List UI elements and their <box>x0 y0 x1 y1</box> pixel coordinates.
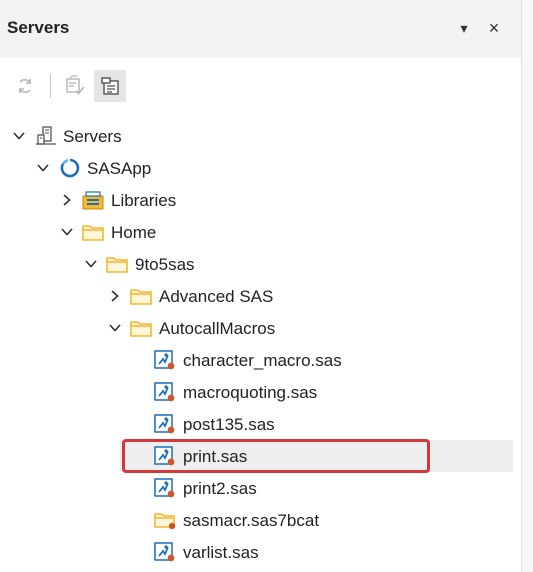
panel-menu-dropdown-icon[interactable]: ▾ <box>454 17 474 39</box>
tree-row-9to5sas[interactable]: 9to5sas <box>0 248 520 280</box>
panel-title: Servers <box>7 18 70 37</box>
folder-icon <box>130 321 152 337</box>
server-properties-icon <box>101 77 119 95</box>
tree-row-label: 9to5sas <box>135 255 195 274</box>
tree-row-label: Libraries <box>111 191 177 210</box>
tree-row-post135-sas[interactable]: post135.sas <box>0 408 520 440</box>
chevron-down-icon[interactable] <box>83 256 99 272</box>
sas-catalog-folder-icon <box>154 513 176 530</box>
edit-check-icon <box>66 75 85 95</box>
tree-row-label: Servers <box>63 127 122 146</box>
tree-row-label: post135.sas <box>183 415 275 434</box>
sas-program-icon <box>154 414 175 434</box>
tree-row-servers[interactable]: Servers <box>0 120 520 152</box>
chevron-down-icon[interactable] <box>107 320 123 336</box>
sas-program-icon <box>154 542 175 562</box>
sas-program-icon <box>154 478 175 498</box>
panel-toolbar <box>0 58 533 118</box>
folder-icon <box>130 289 152 305</box>
chevron-down-icon[interactable] <box>11 128 27 144</box>
refresh-button[interactable] <box>9 70 41 102</box>
tree-row-label: macroquoting.sas <box>183 383 318 402</box>
chevron-down-icon[interactable] <box>35 160 51 176</box>
chevron-right-icon[interactable] <box>107 288 123 304</box>
refresh-icon <box>19 78 31 94</box>
servers-icon <box>36 126 56 145</box>
panel-close-icon[interactable]: × <box>484 17 504 39</box>
selection-highlight-box <box>122 439 430 473</box>
libraries-icon <box>82 191 104 210</box>
tree-row-label: AutocallMacros <box>159 319 276 338</box>
tree-row-advanced-sas[interactable]: Advanced SAS <box>0 280 520 312</box>
panel-header: Servers ▾ × <box>0 0 533 58</box>
tree-row-label: print2.sas <box>183 479 257 498</box>
tree-row-sasapp[interactable]: SASApp <box>0 152 520 184</box>
tree-row-home[interactable]: Home <box>0 216 520 248</box>
tree-row-label: Advanced SAS <box>159 287 274 306</box>
sas-program-icon <box>154 350 175 370</box>
folder-icon <box>82 225 104 241</box>
tree-row-print2-sas[interactable]: print2.sas <box>0 472 520 504</box>
chevron-right-icon[interactable] <box>59 192 75 208</box>
tree-row-sasmacr-sas7bcat[interactable]: sasmacr.sas7bcat <box>0 504 520 536</box>
tree-row-label: character_macro.sas <box>183 351 342 370</box>
chevron-down-icon[interactable] <box>59 224 75 240</box>
vertical-scrollbar[interactable] <box>521 0 533 572</box>
edit-check-button[interactable] <box>59 70 91 102</box>
sasapp-icon <box>60 158 80 178</box>
tree-row-label: SASApp <box>87 159 152 178</box>
servers-panel: Servers ▾ × Servers SASApp Libraries Hom… <box>0 0 533 572</box>
sas-program-icon <box>154 382 175 402</box>
tree-row-varlist-sas[interactable]: varlist.sas <box>0 536 520 568</box>
tree-row-label: Home <box>111 223 157 242</box>
tree-row-autocallmacros[interactable]: AutocallMacros <box>0 312 520 344</box>
server-properties-button[interactable] <box>94 70 126 102</box>
tree-row-label: sasmacr.sas7bcat <box>183 511 320 530</box>
folder-icon <box>106 257 128 273</box>
tree-row-macroquoting-sas[interactable]: macroquoting.sas <box>0 376 520 408</box>
tree-row-character-macro-sas[interactable]: character_macro.sas <box>0 344 520 376</box>
tree-row-libraries[interactable]: Libraries <box>0 184 520 216</box>
tree-row-label: varlist.sas <box>183 543 259 562</box>
toolbar-separator <box>50 74 51 98</box>
